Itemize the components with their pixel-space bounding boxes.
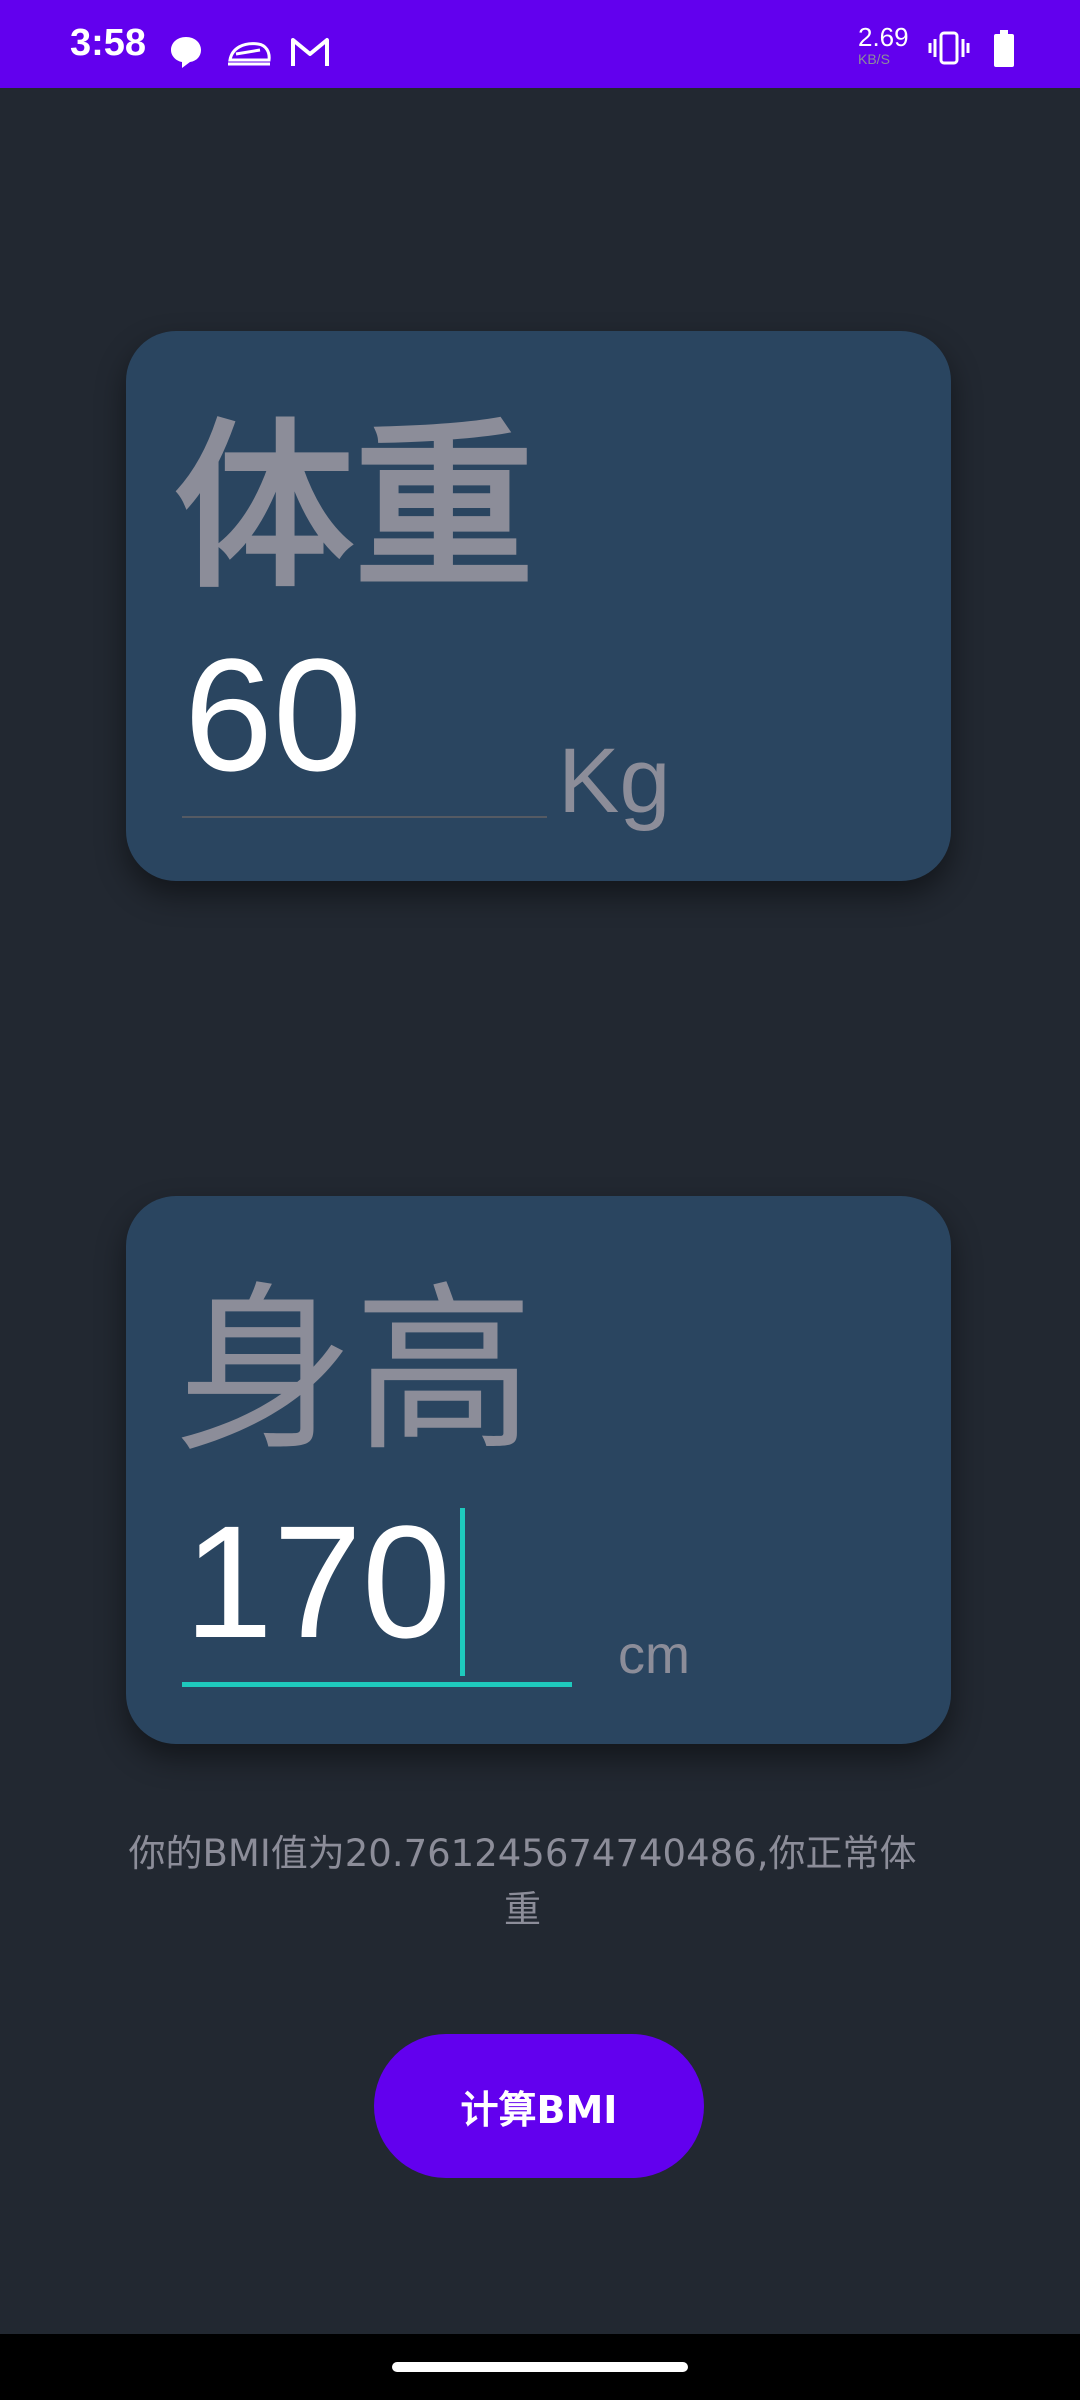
height-input[interactable]: 170 bbox=[184, 1502, 451, 1662]
weight-input-underline bbox=[182, 816, 547, 818]
weight-label: 体重 bbox=[174, 404, 535, 613]
network-speed-value: 2.69 bbox=[858, 22, 909, 52]
gmail-icon bbox=[291, 38, 329, 66]
weight-input[interactable]: 60 bbox=[184, 635, 362, 795]
train-icon bbox=[228, 42, 271, 66]
calculate-bmi-button[interactable]: 计算BMI bbox=[374, 2034, 704, 2178]
bmi-result-text: 你的BMI值为20.761245674740486,你正常体重 bbox=[128, 1832, 917, 1931]
home-indicator[interactable] bbox=[392, 2362, 688, 2372]
text-cursor bbox=[460, 1508, 465, 1676]
weight-card: 体重 60 Kg bbox=[126, 331, 951, 881]
status-time: 3:58 bbox=[70, 22, 147, 64]
height-label: 身高 bbox=[174, 1267, 535, 1476]
weight-unit: Kg bbox=[558, 730, 671, 832]
network-speed-unit: KB/S bbox=[858, 51, 890, 67]
status-bar: 3:58 2.69 KB/S bbox=[0, 0, 1080, 88]
height-input-underline bbox=[182, 1682, 572, 1687]
height-card: 身高 170 cm bbox=[126, 1196, 951, 1744]
vibrate-icon bbox=[928, 31, 970, 65]
navigation-bar bbox=[0, 2334, 1080, 2400]
height-unit: cm bbox=[618, 1625, 690, 1685]
network-speed: 2.69 KB/S bbox=[858, 22, 909, 66]
battery-icon bbox=[994, 30, 1014, 67]
chat-bubble-icon bbox=[171, 37, 201, 68]
